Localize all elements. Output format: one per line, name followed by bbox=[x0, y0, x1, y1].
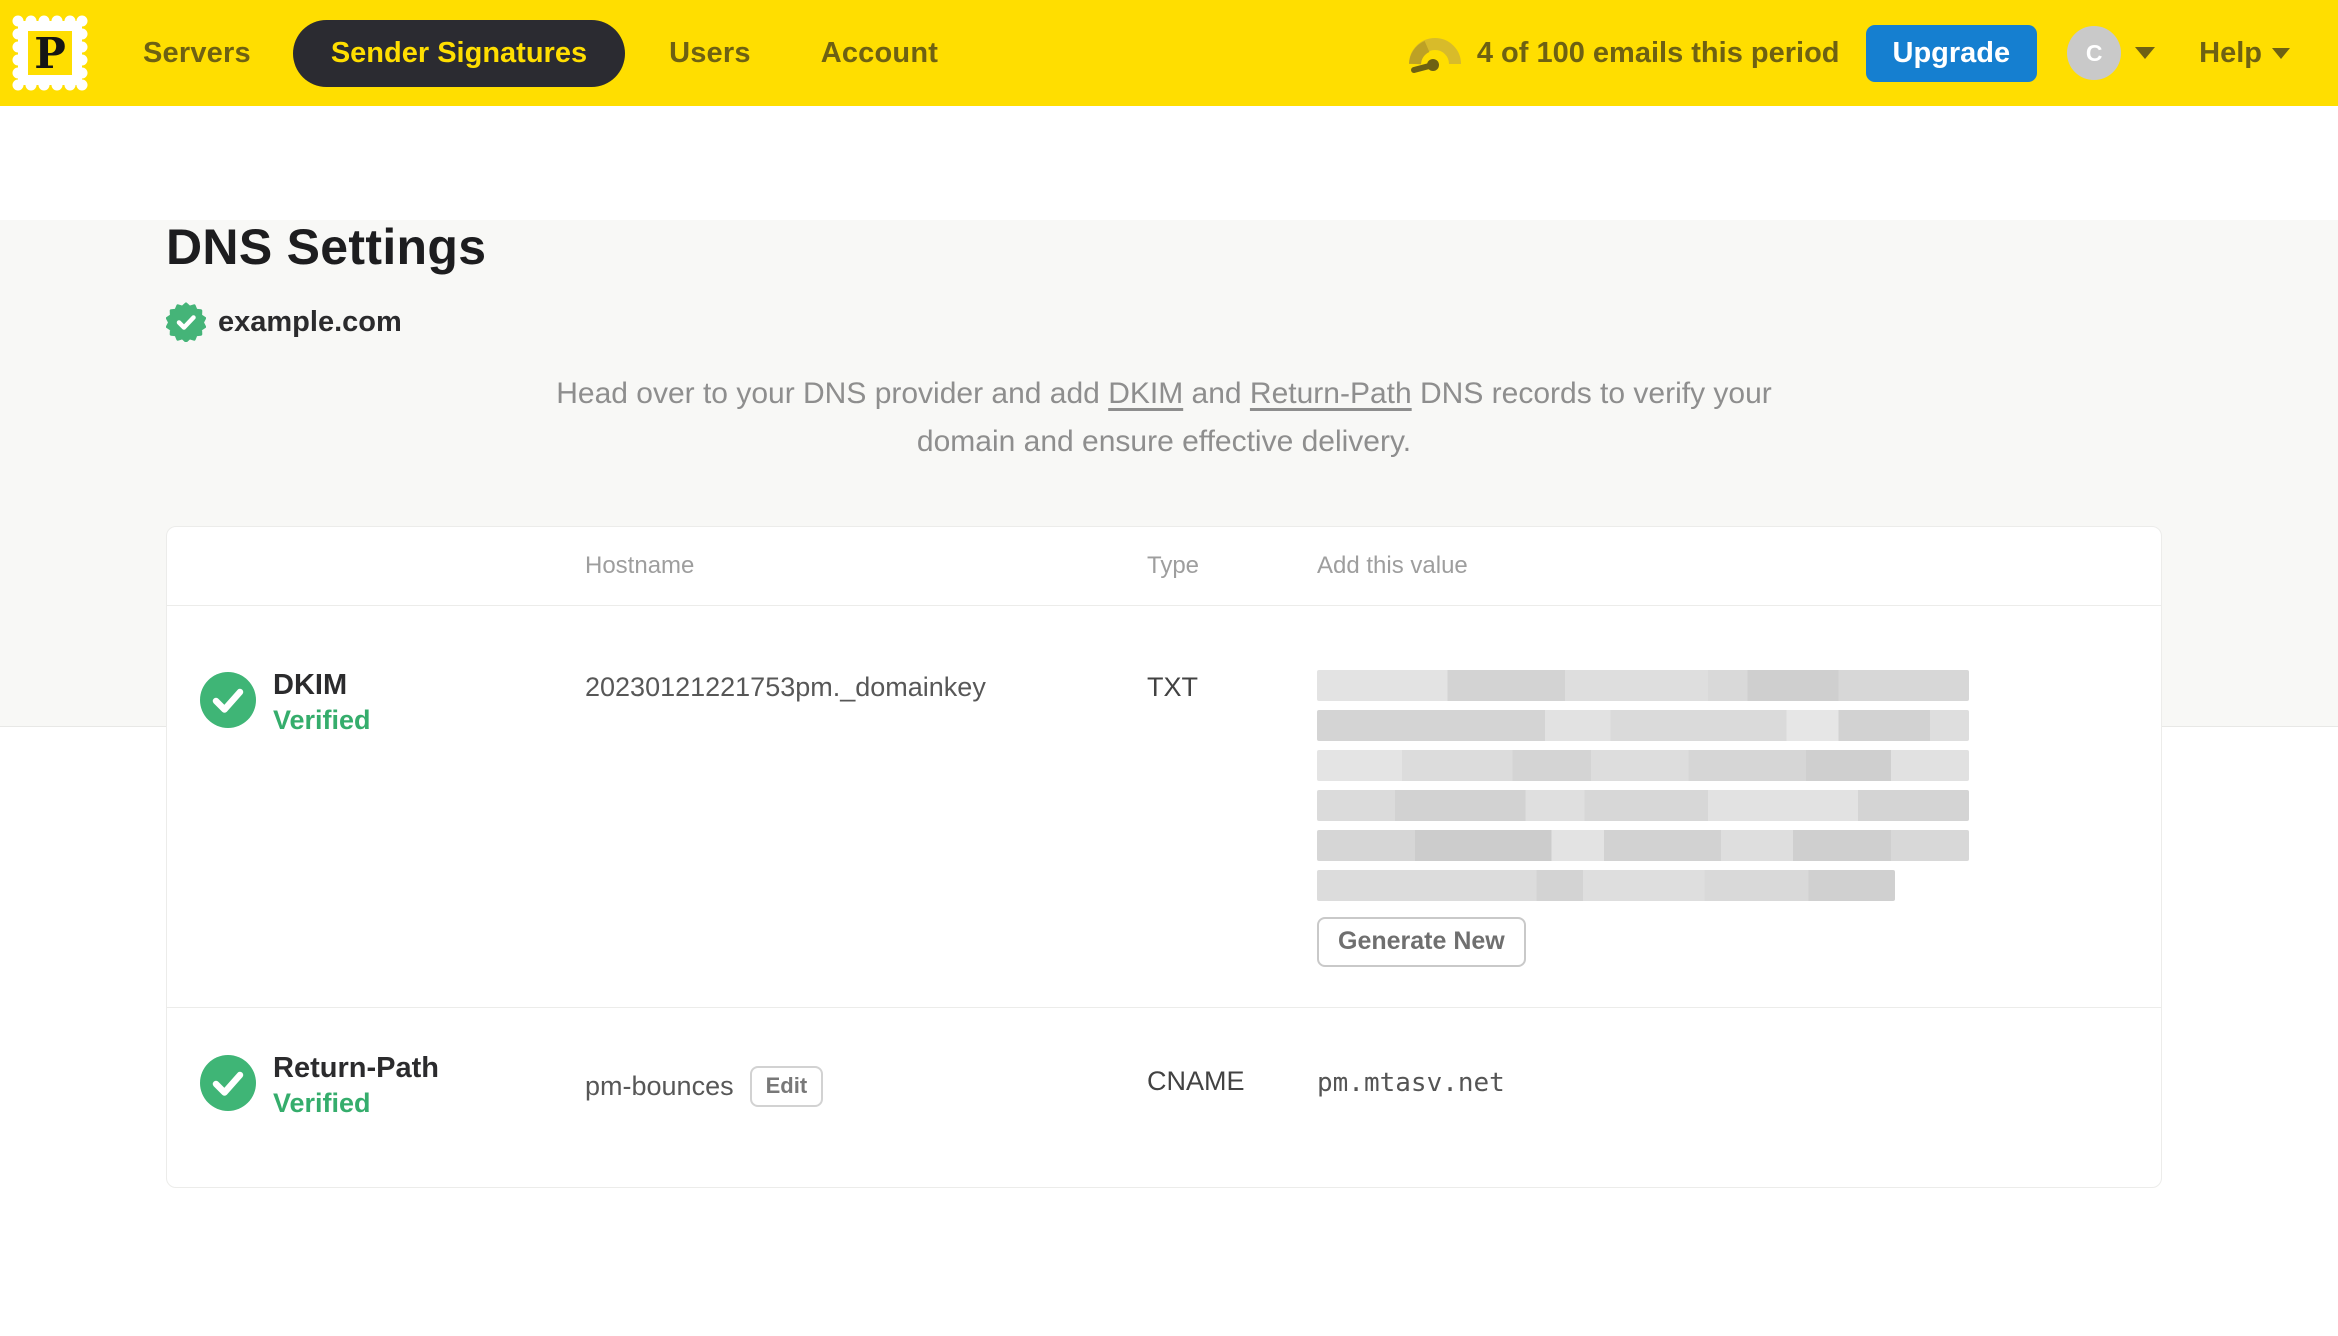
redacted-bar bbox=[1317, 790, 1969, 821]
dkim-status-cell: DKIM Verified bbox=[167, 606, 585, 1007]
page-description: Head over to your DNS provider and add D… bbox=[166, 370, 2162, 466]
nav-item-account[interactable]: Account bbox=[821, 37, 938, 70]
check-circle-icon bbox=[200, 1055, 256, 1111]
return-path-type: CNAME bbox=[1147, 1066, 1245, 1096]
redacted-bar bbox=[1317, 830, 1969, 861]
dkim-hostname: 20230121221753pm._domainkey bbox=[585, 672, 986, 702]
dkim-value-cell: Generate New bbox=[1317, 606, 2161, 1007]
header-hostname: Hostname bbox=[585, 552, 695, 579]
dns-records-card: Hostname Type Add this value DKIM Verifi bbox=[166, 526, 2162, 1188]
main-content: DNS Settings example.com Head over to yo… bbox=[0, 220, 2338, 1336]
table-row-return-path: Return-Path Verified pm-bounces Edit CNAM… bbox=[167, 1008, 2161, 1187]
return-path-value: pm.mtasv.net bbox=[1317, 1068, 1505, 1098]
upgrade-button[interactable]: Upgrade bbox=[1865, 24, 2038, 82]
return-path-link[interactable]: Return-Path bbox=[1250, 377, 1412, 410]
chevron-down-icon bbox=[2272, 47, 2290, 59]
return-path-hostname-cell: pm-bounces Edit bbox=[585, 1008, 1147, 1187]
description-text: Head over to your DNS provider and add bbox=[556, 377, 1109, 410]
dkim-link[interactable]: DKIM bbox=[1108, 377, 1183, 410]
record-name: DKIM bbox=[273, 669, 348, 701]
help-menu[interactable]: Help bbox=[2199, 37, 2290, 70]
redacted-dkim-value bbox=[1317, 670, 1969, 901]
description-text: and bbox=[1183, 377, 1250, 410]
redacted-bar bbox=[1317, 750, 1969, 781]
edit-button[interactable]: Edit bbox=[749, 1066, 824, 1107]
redacted-bar bbox=[1317, 670, 1969, 701]
generate-new-button[interactable]: Generate New bbox=[1317, 917, 1526, 967]
dkim-type: TXT bbox=[1147, 672, 1198, 702]
header-value: Add this value bbox=[1317, 552, 1468, 579]
redacted-bar bbox=[1317, 870, 1895, 901]
table-header: Hostname Type Add this value bbox=[167, 527, 2161, 606]
nav-item-users[interactable]: Users bbox=[669, 37, 751, 70]
help-label: Help bbox=[2199, 36, 2262, 69]
nav-item-servers[interactable]: Servers bbox=[143, 37, 251, 70]
header-type: Type bbox=[1147, 552, 1200, 579]
record-name: Return-Path bbox=[273, 1052, 439, 1084]
gauge-icon bbox=[1407, 27, 1463, 80]
status-badge: Verified bbox=[273, 705, 371, 735]
avatar[interactable]: C bbox=[2067, 26, 2122, 80]
chevron-down-icon bbox=[2135, 47, 2156, 59]
return-path-hostname: pm-bounces bbox=[585, 1071, 734, 1101]
nav-right-group: 4 of 100 emails this period Upgrade C He… bbox=[1407, 24, 2308, 82]
logo-letter: P bbox=[34, 29, 66, 78]
domain-row: example.com bbox=[165, 302, 2338, 343]
return-path-status-cell: Return-Path Verified bbox=[167, 1008, 585, 1187]
table-row-dkim: DKIM Verified 20230121221753pm._domainke… bbox=[167, 606, 2161, 1008]
postmark-logo[interactable]: P bbox=[10, 13, 90, 93]
redacted-bar bbox=[1317, 710, 1969, 741]
top-navigation: P Servers Sender Signatures Users Accoun… bbox=[0, 0, 2338, 106]
status-badge: Verified bbox=[273, 1088, 371, 1118]
domain-name: example.com bbox=[218, 305, 402, 338]
usage-meter: 4 of 100 emails this period bbox=[1407, 27, 1840, 80]
nav-item-sender-signatures[interactable]: Sender Signatures bbox=[292, 19, 626, 87]
check-circle-icon bbox=[200, 672, 256, 728]
return-path-value-cell: pm.mtasv.net bbox=[1317, 1008, 2161, 1187]
page-title: DNS Settings bbox=[166, 219, 487, 275]
account-menu[interactable]: C bbox=[2067, 26, 2156, 80]
usage-text: 4 of 100 emails this period bbox=[1476, 36, 1840, 69]
verified-seal-icon bbox=[165, 302, 207, 343]
